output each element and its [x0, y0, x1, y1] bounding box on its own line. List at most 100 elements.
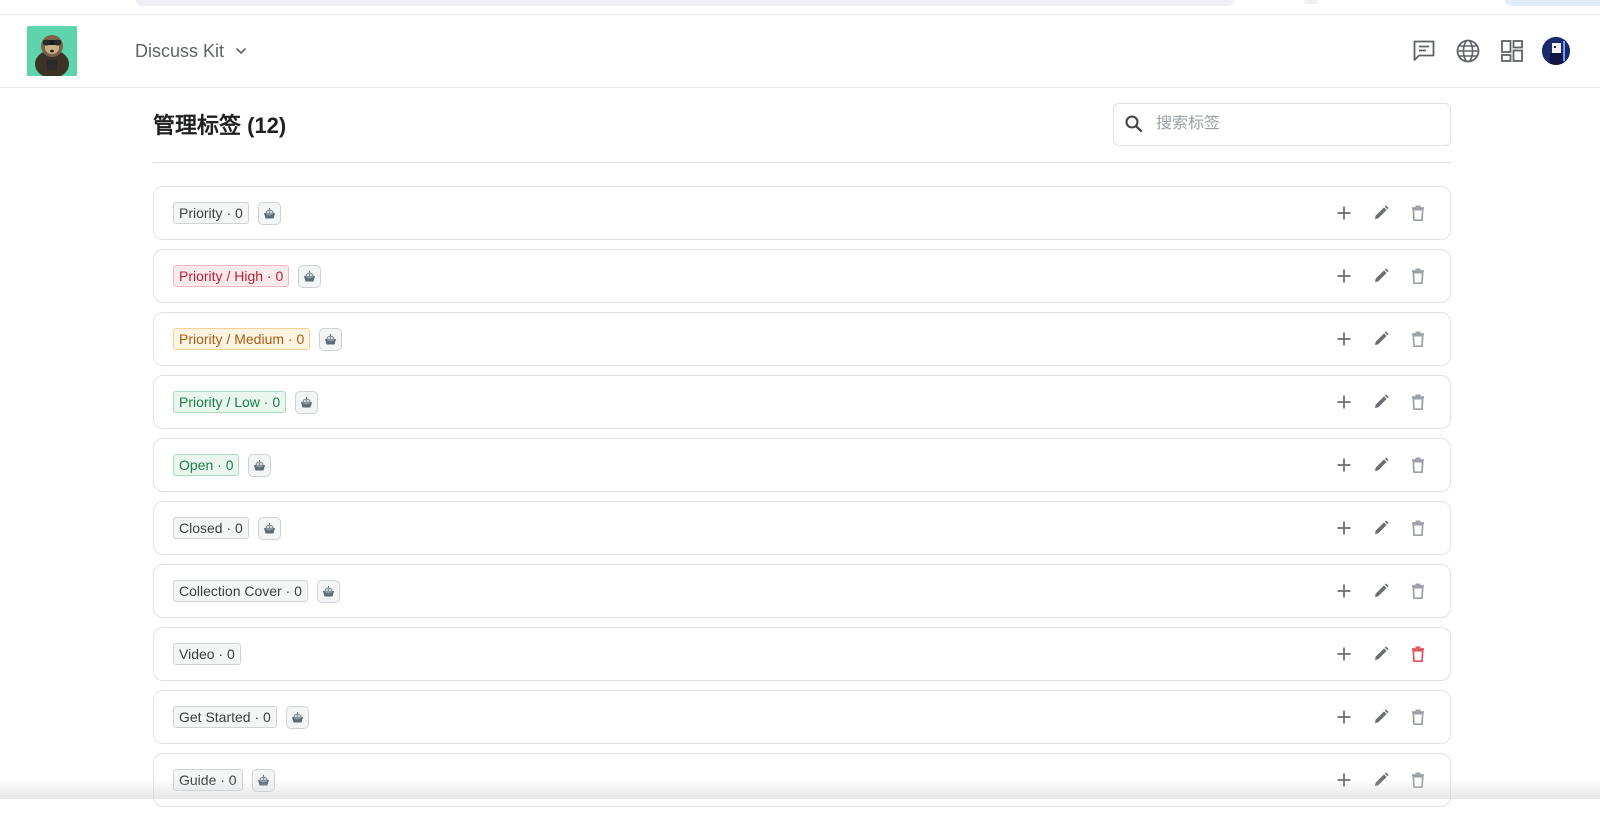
plus-icon	[1337, 710, 1350, 724]
pencil-icon	[1374, 583, 1389, 597]
add-tag-button[interactable]	[1333, 203, 1354, 224]
delete-tag-button[interactable]	[1407, 455, 1428, 476]
header-actions	[1410, 35, 1570, 67]
tag-chip[interactable]: Video · 0	[173, 643, 241, 665]
trash-icon	[1411, 331, 1424, 348]
delete-tag-button[interactable]	[1407, 581, 1428, 602]
delete-tag-button[interactable]	[1407, 707, 1428, 728]
edit-tag-button[interactable]	[1370, 644, 1391, 665]
tag-chip[interactable]: Priority / Low · 0	[173, 391, 287, 413]
browser-indicator	[1304, 0, 1318, 4]
plus-icon	[1337, 332, 1350, 346]
edit-tag-button[interactable]	[1370, 581, 1391, 602]
add-tag-button[interactable]	[1333, 518, 1354, 539]
pencil-icon	[1374, 205, 1389, 219]
bot-badge	[248, 453, 272, 477]
bot-badge	[319, 327, 343, 351]
chat-button[interactable]	[1410, 37, 1438, 65]
add-tag-button[interactable]	[1333, 455, 1354, 476]
chevron-down-icon	[236, 48, 246, 54]
edit-tag-button[interactable]	[1370, 518, 1391, 539]
add-tag-button[interactable]	[1333, 644, 1354, 665]
app-logo[interactable]	[27, 26, 77, 76]
add-tag-button[interactable]	[1333, 266, 1354, 287]
tag-row-actions	[1333, 644, 1428, 665]
edit-tag-button[interactable]	[1370, 392, 1391, 413]
tag-row: Open · 0	[153, 438, 1451, 492]
delete-tag-button[interactable]	[1407, 329, 1428, 350]
browser-address-bar[interactable]	[136, 0, 1234, 6]
app-switcher-dropdown[interactable]: Discuss Kit	[135, 39, 248, 63]
delete-tag-button[interactable]	[1407, 392, 1428, 413]
trash-icon	[1411, 772, 1424, 789]
tag-row-left: Video · 0	[173, 643, 241, 665]
pencil-icon	[1374, 520, 1389, 534]
tag-list: Priority · 0 Priority / High · 0 Priority …	[153, 186, 1451, 807]
tag-row: Video · 0	[153, 627, 1451, 681]
delete-tag-button[interactable]	[1407, 644, 1428, 665]
edit-tag-button[interactable]	[1370, 203, 1391, 224]
pencil-icon	[1374, 709, 1389, 723]
search-input[interactable]	[1156, 115, 1416, 133]
trash-icon	[1411, 394, 1424, 411]
tag-chip[interactable]: Get Started · 0	[173, 706, 277, 728]
edit-tag-button[interactable]	[1370, 707, 1391, 728]
app-name-label: Discuss Kit	[135, 40, 225, 61]
trash-icon	[1411, 268, 1424, 285]
bot-icon	[291, 711, 303, 722]
edit-tag-button[interactable]	[1370, 770, 1391, 791]
plus-icon	[1337, 647, 1350, 661]
tag-row-actions	[1333, 266, 1428, 287]
tag-chip[interactable]: Priority / Medium · 0	[173, 328, 311, 350]
tag-row-actions	[1333, 770, 1428, 791]
bot-icon	[304, 270, 316, 281]
tag-chip[interactable]: Priority · 0	[173, 202, 249, 224]
page-title: 管理标签 (12)	[153, 113, 287, 138]
tag-row: Closed · 0	[153, 501, 1451, 555]
tag-row-left: Open · 0	[173, 453, 272, 477]
bot-icon	[263, 522, 275, 533]
plus-icon	[1337, 206, 1350, 220]
user-menu-button[interactable]	[1542, 37, 1570, 65]
trash-icon	[1411, 457, 1424, 474]
browser-profile-pill[interactable]	[1505, 0, 1600, 6]
add-tag-button[interactable]	[1333, 392, 1354, 413]
apps-grid-button[interactable]	[1498, 37, 1526, 65]
main-content: 管理标签 (12) Priority · 0 Priority / High · …	[153, 88, 1451, 816]
add-tag-button[interactable]	[1333, 329, 1354, 350]
pencil-icon	[1374, 646, 1389, 660]
edit-tag-button[interactable]	[1370, 329, 1391, 350]
bot-badge	[257, 516, 281, 540]
delete-tag-button[interactable]	[1407, 518, 1428, 539]
tag-row: Priority / Medium · 0	[153, 312, 1451, 366]
plus-icon	[1337, 584, 1350, 598]
tag-row-actions	[1333, 392, 1428, 413]
grid-icon	[1501, 40, 1523, 62]
tag-row-left: Guide · 0	[173, 768, 275, 792]
pencil-icon	[1374, 457, 1389, 471]
add-tag-button[interactable]	[1333, 581, 1354, 602]
tag-row-left: Priority / Medium · 0	[173, 327, 343, 351]
tag-row: Priority / Low · 0	[153, 375, 1451, 429]
tag-chip[interactable]: Priority / High · 0	[173, 265, 290, 287]
delete-tag-button[interactable]	[1407, 266, 1428, 287]
add-tag-button[interactable]	[1333, 707, 1354, 728]
tag-chip[interactable]: Collection Cover · 0	[173, 580, 308, 602]
bot-badge	[316, 579, 340, 603]
edit-tag-button[interactable]	[1370, 266, 1391, 287]
tag-chip[interactable]: Open · 0	[173, 454, 240, 476]
tag-chip[interactable]: Guide · 0	[173, 769, 243, 791]
language-button[interactable]	[1454, 37, 1482, 65]
delete-tag-button[interactable]	[1407, 770, 1428, 791]
edit-tag-button[interactable]	[1370, 455, 1391, 476]
add-tag-button[interactable]	[1333, 770, 1354, 791]
bot-badge	[251, 768, 275, 792]
delete-tag-button[interactable]	[1407, 203, 1428, 224]
bot-icon	[263, 207, 275, 218]
trash-icon	[1411, 646, 1424, 663]
bot-badge	[295, 390, 319, 414]
tag-chip[interactable]: Closed · 0	[173, 517, 249, 539]
bot-icon	[325, 333, 337, 344]
tag-search-box[interactable]	[1113, 102, 1451, 146]
globe-icon	[1456, 39, 1480, 63]
